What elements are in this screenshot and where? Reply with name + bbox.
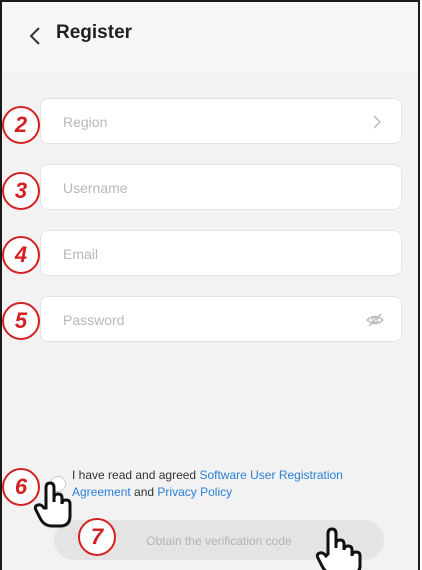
email-field[interactable] xyxy=(40,230,402,277)
back-button[interactable] xyxy=(24,22,48,50)
region-field[interactable] xyxy=(40,98,402,145)
region-input[interactable] xyxy=(61,99,355,145)
chevron-left-icon xyxy=(29,27,40,45)
email-input[interactable] xyxy=(61,231,355,277)
pointer-hand-icon xyxy=(315,527,362,570)
step-badge-7: 7 xyxy=(78,518,116,556)
eye-hidden-icon[interactable] xyxy=(365,310,385,330)
chevron-right-icon xyxy=(373,115,382,129)
page-title: Register xyxy=(56,22,133,43)
step-badge-2: 2 xyxy=(2,106,40,144)
step-badge-4: 4 xyxy=(2,236,40,274)
password-input[interactable] xyxy=(61,297,355,343)
username-field[interactable] xyxy=(40,164,402,211)
agreement-text: I have read and agreed Software User Reg… xyxy=(72,467,372,501)
step-badge-3: 3 xyxy=(2,172,40,210)
agreement-and: and xyxy=(134,485,155,499)
password-field[interactable] xyxy=(40,296,402,343)
register-screen: Register I have read and agreed Software… xyxy=(0,0,420,570)
agreement-prefix: I have read and agreed xyxy=(72,468,197,482)
step-badge-5: 5 xyxy=(2,302,40,340)
header-bar: Register xyxy=(2,2,418,72)
privacy-policy-link[interactable]: Privacy Policy xyxy=(157,485,232,499)
username-input[interactable] xyxy=(61,165,355,211)
step-badge-6: 6 xyxy=(2,468,40,506)
